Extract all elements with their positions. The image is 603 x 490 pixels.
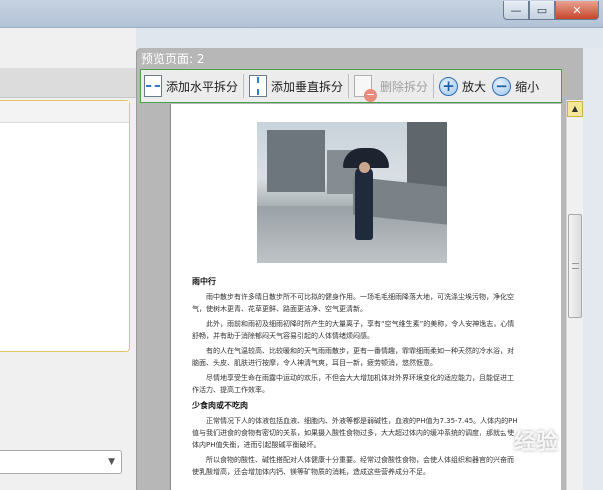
left-panel-header [0,68,136,98]
toolbar-divider [243,74,245,98]
zoom-in-icon: + [439,76,459,96]
article-paragraph: 尽情地享受生命在雨露中运动的欢乐，不但会大大增加机体对外界环境变化的适应能力，且… [192,374,514,394]
minimize-button[interactable]: — [503,1,529,20]
article-paragraph: 此外，雨前和雨初及细雨初降时所产生的大量离子，享有“空气维生素”的美称，令人安神… [192,320,515,340]
close-icon: ✕ [572,3,582,17]
article-heading: 少食肉或不吃肉 [192,401,248,410]
zoom-out-button[interactable]: − 缩小 [489,71,542,101]
window-titlebar: — ▭ ✕ [0,0,603,28]
article-paragraph: 雨中散步有许多晴日散步所不可比拟的健身作用。一场毛毛细雨降落大地，可洗涤尘埃污物… [192,293,514,313]
add-vertical-split-label: 添加垂直拆分 [271,79,344,94]
split-toolbar: 添加水平拆分 添加垂直拆分 删除拆分 + 放大 − 缩小 [140,69,562,103]
figure-shape [355,166,373,240]
article-heading: 雨中行 [192,277,216,286]
article-paragraph: 正常情况下人的体液包括血液、细胞内、外液等都是弱碱性，血液的PH值为7.35-7… [192,417,518,449]
arrow-up-icon: ▲ [571,104,579,113]
add-horizontal-split-button[interactable]: 添加水平拆分 [141,71,241,101]
delete-split-label: 删除拆分 [380,79,429,94]
chevron-down-icon: ▼ [108,457,115,467]
scrollbar-thumb[interactable] [568,214,582,318]
head-shape [359,162,370,173]
maximize-icon: ▭ [536,3,548,17]
grip-icon [572,263,579,269]
preview-title: 预览页面: 2 [141,52,205,66]
paw-icon [480,425,510,455]
watermark-logo: 经验 [480,418,600,462]
delete-split-button[interactable]: 删除拆分 [351,71,431,102]
delete-split-icon [354,75,378,102]
watermark-text: 经验 [514,430,559,455]
horizontal-split-icon [144,75,162,97]
toolbar-divider [348,74,350,98]
file-list-box[interactable] [0,100,130,352]
close-button[interactable]: ✕ [555,1,599,20]
left-dropdown[interactable]: ▼ [0,450,122,474]
window-controls: — ▭ ✕ [503,1,599,20]
file-list-header [0,101,129,123]
maximize-button[interactable]: ▭ [529,1,555,20]
article-paragraph: 有的人在气温较高、比较暖和的天气雨雨散步，更有一番情趣，霏霏细雨柔如一种天然的冷… [192,347,514,367]
building-shape [267,130,325,192]
minimize-icon: — [510,3,522,17]
article-paragraph: 所以食物的酸性、碱性搭配对人体健康十分重要。经常过食酸性食物，会使人体组织和器官… [192,456,514,476]
article-photo [257,122,447,263]
add-horizontal-split-label: 添加水平拆分 [166,79,239,94]
left-panel: ▼ [0,28,136,490]
zoom-in-button[interactable]: + 放大 [436,71,489,101]
zoom-in-label: 放大 [462,79,487,94]
toolbar-divider [433,74,435,98]
scroll-up-button[interactable]: ▲ [567,101,583,117]
zoom-out-icon: − [492,76,512,96]
add-vertical-split-button[interactable]: 添加垂直拆分 [246,71,346,101]
article-body: 雨中行 雨中散步有许多晴日散步所不可比拟的健身作用。一场毛毛细雨降落大地，可洗涤… [192,272,518,481]
vertical-split-icon [249,75,268,97]
zoom-out-label: 缩小 [515,79,540,94]
